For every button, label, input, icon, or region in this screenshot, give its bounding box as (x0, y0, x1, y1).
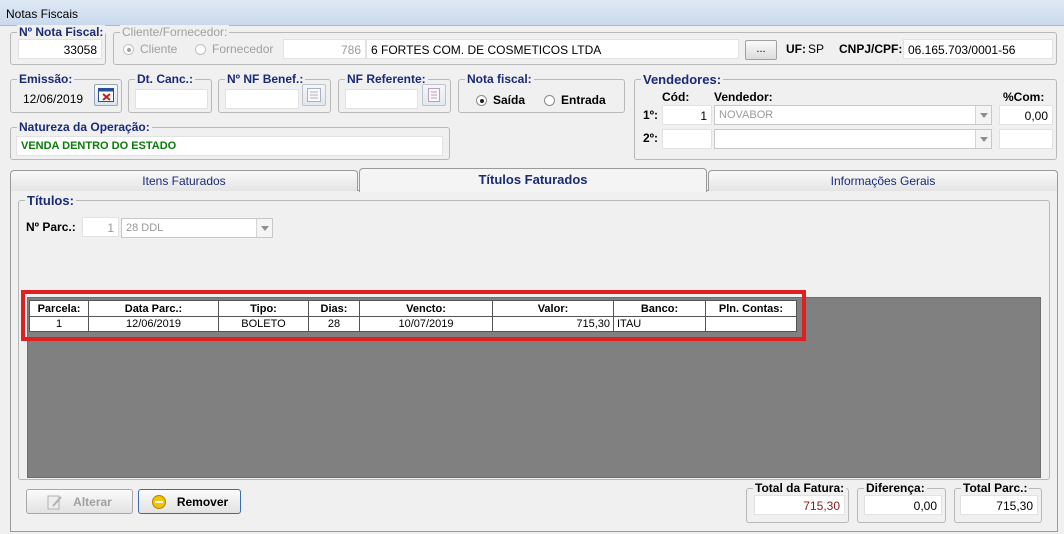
vendedor-row1-label: 1º: (643, 108, 659, 122)
list-icon (307, 88, 321, 102)
vendedor-row1-cod[interactable]: 1 (662, 105, 712, 125)
vendedor-row2-combo[interactable] (714, 129, 992, 149)
calendar-icon (98, 88, 114, 102)
cnpj-input[interactable]: 06.165.703/0001-56 (903, 39, 1053, 59)
radio-entrada-label: Entrada (561, 93, 606, 107)
vendedor-row1-combo[interactable]: NOVABOR (714, 105, 992, 125)
parc-combo-value: 28 DDL (126, 222, 164, 234)
radio-entrada[interactable]: Entrada (544, 93, 606, 107)
natureza-label: Natureza da Operação: (17, 120, 152, 134)
vendedor-row2-label: 2º: (643, 131, 659, 145)
nota-fiscal-label: Nº Nota Fiscal: (17, 25, 106, 39)
nf-benef-label: Nº NF Benef.: (225, 72, 306, 86)
parc-label: Nº Parc.: (26, 220, 76, 234)
chevron-down-icon[interactable] (975, 106, 991, 124)
parc-input[interactable]: 1 (82, 217, 119, 237)
vendedor-row1-name: NOVABOR (719, 109, 774, 121)
vendedor-row2-cod[interactable] (662, 129, 712, 149)
radio-cliente-label: Cliente (140, 42, 178, 56)
cliente-name-input[interactable]: 6 FORTES COM. DE COSMETICOS LTDA (366, 39, 739, 59)
remover-button[interactable]: Remover (138, 489, 241, 514)
document-icon (428, 88, 440, 102)
nf-ref-input[interactable] (345, 89, 418, 109)
dt-canc-input[interactable] (135, 89, 208, 109)
nf-benef-lookup-button[interactable] (302, 84, 326, 106)
radio-dot-icon (476, 94, 487, 106)
radio-saida[interactable]: Saída (476, 93, 525, 107)
remover-label: Remover (176, 494, 229, 509)
nota-tipo-label: Nota fiscal: (465, 72, 534, 86)
com-header: %Com: (1003, 90, 1045, 104)
radio-saida-label: Saída (493, 93, 526, 107)
radio-dot-icon (123, 43, 134, 55)
radio-dot-icon (195, 43, 206, 55)
radio-cliente[interactable]: Cliente (123, 42, 177, 56)
nf-benef-input[interactable] (225, 89, 299, 109)
emissao-input[interactable]: 12/06/2019 (18, 88, 90, 108)
highlight-box (21, 290, 806, 341)
total-parc-label: Total Parc.: (961, 481, 1030, 495)
radio-fornecedor-label: Fornecedor (212, 42, 274, 56)
cod-header: Cód: (662, 90, 690, 104)
tab-itens-faturados[interactable]: Itens Faturados (10, 170, 358, 191)
titulos-label: Títulos: (25, 193, 76, 208)
alterar-button[interactable]: Alterar (26, 489, 133, 514)
cnpj-label: CNPJ/CPF: (839, 42, 903, 56)
remove-icon (151, 494, 166, 509)
window-title: Notas Fiscais (6, 7, 79, 21)
nf-ref-lookup-button[interactable] (422, 84, 446, 106)
cliente-code-input[interactable]: 786 (283, 39, 366, 59)
total-fatura-label: Total da Fatura: (753, 481, 847, 495)
chevron-down-icon[interactable] (256, 219, 272, 237)
parc-combo[interactable]: 28 DDL (121, 218, 273, 238)
emissao-label: Emissão: (17, 72, 75, 86)
diferenca-label: Diferença: (864, 481, 927, 495)
tab-informacoes-gerais[interactable]: Informações Gerais (708, 170, 1058, 191)
radio-dot-icon (544, 94, 555, 106)
natureza-input[interactable]: VENDA DENTRO DO ESTADO (16, 136, 443, 156)
uf-label: UF: (786, 42, 806, 56)
vendedor-row1-com[interactable]: 0,00 (999, 105, 1053, 125)
alterar-label: Alterar (73, 494, 112, 509)
tab-titulos-faturados[interactable]: Títulos Faturados (359, 168, 707, 192)
window-titlebar: Notas Fiscais (0, 0, 1064, 26)
uf-value: SP (808, 42, 825, 56)
edit-icon (47, 495, 62, 509)
vendedores-label: Vendedores: (641, 72, 724, 87)
diferenca-value: 0,00 (864, 495, 942, 515)
cliente-lookup-button[interactable]: ... (745, 40, 777, 60)
dt-canc-label: Dt. Canc.: (135, 72, 196, 86)
cliente-label: Cliente/Fornecedor: (120, 25, 230, 39)
vendedor-row2-com[interactable] (999, 129, 1053, 149)
radio-fornecedor[interactable]: Fornecedor (195, 42, 273, 56)
total-fatura-value: 715,30 (754, 495, 845, 515)
calendar-button[interactable] (94, 84, 118, 106)
chevron-down-icon[interactable] (975, 130, 991, 148)
nf-ref-label: NF Referente: (345, 72, 428, 86)
nota-fiscal-input[interactable]: 33058 (18, 39, 102, 59)
vendedor-header: Vendedor: (714, 90, 773, 104)
total-parc-value: 715,30 (960, 495, 1038, 515)
